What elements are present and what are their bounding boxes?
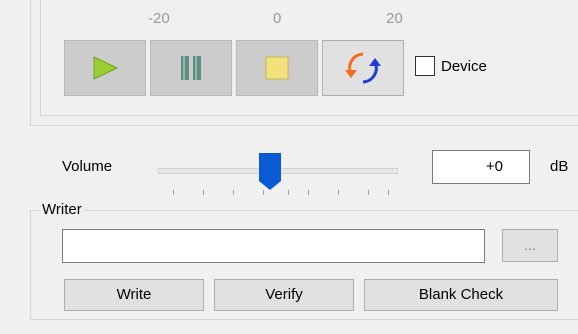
slider-tick [288,190,289,195]
blank-check-button[interactable]: Blank Check [364,279,558,311]
volume-value-field[interactable]: +0 [432,150,530,184]
device-label: Device [441,57,487,75]
volume-slider-thumb[interactable] [259,153,281,191]
stop-button[interactable] [236,40,318,96]
scale-label-min: -20 [148,10,170,27]
volume-slider-ticks [158,190,398,198]
slider-tick [233,190,234,195]
slider-tick [308,190,309,195]
volume-label: Volume [62,158,113,175]
volume-unit-label: dB [550,158,569,175]
write-button[interactable]: Write [64,279,204,311]
sync-icon [345,52,381,84]
writer-path-input[interactable] [62,229,485,263]
scale-label-max: 20 [386,10,403,27]
scale-label-mid: 0 [273,10,282,27]
device-checkbox[interactable] [415,56,435,76]
slider-tick [338,190,339,195]
slider-tick [368,190,369,195]
verify-button[interactable]: Verify [214,279,354,311]
slider-tick [203,190,204,195]
device-checkbox-group[interactable]: Device [415,56,487,76]
play-button[interactable] [64,40,146,96]
slider-tick [388,190,389,195]
pause-icon [181,56,201,80]
slider-tick [263,190,264,195]
sync-button[interactable] [322,40,404,96]
slider-tick [173,190,174,195]
pause-button[interactable] [150,40,232,96]
writer-group-label: Writer [40,201,84,218]
stop-icon [265,56,289,80]
play-icon [93,56,119,80]
browse-button[interactable]: ... [502,229,558,262]
